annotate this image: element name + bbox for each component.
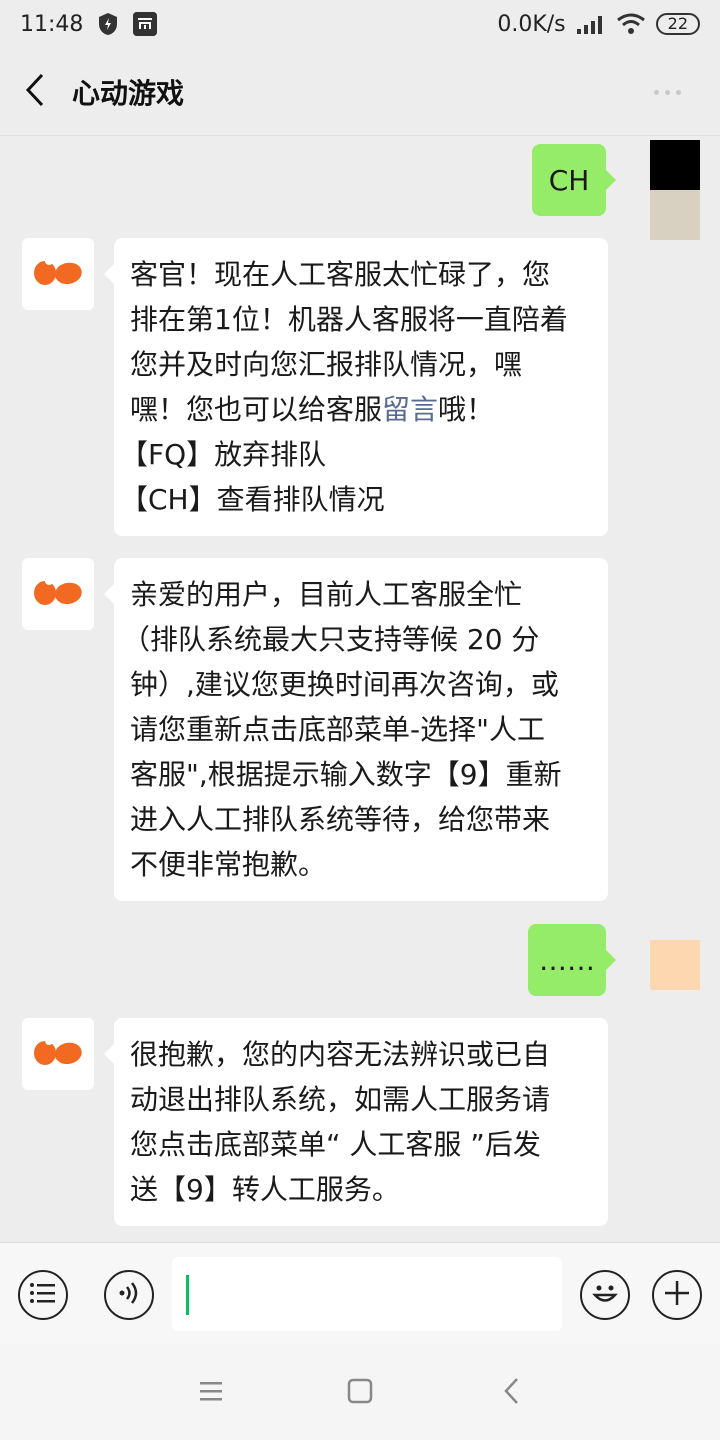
user-avatar[interactable] [650, 940, 700, 990]
message-line: 嘿！您也可以给客服留言哦！ [130, 387, 592, 432]
message-line: 您点击底部菜单“ 人工客服 ”后发 [130, 1128, 541, 1161]
shield-bolt-icon [97, 12, 119, 36]
user-message-text: …… [539, 943, 595, 977]
voice-button[interactable] [104, 1270, 154, 1320]
brand-logo-icon [31, 575, 85, 613]
more-dots-icon[interactable] [654, 84, 694, 100]
menu-button[interactable] [18, 1270, 68, 1320]
message-line: 钟）,建议您更换时间再次咨询，或 [130, 668, 559, 701]
home-button[interactable] [345, 1378, 375, 1408]
giveup-queue-option: 【FQ】放弃排队 [120, 438, 327, 471]
message-line: 请您重新点击底部菜单-选择"人工 [130, 713, 545, 746]
brand-logo-icon [31, 1035, 85, 1073]
message-text: 哦！ [438, 393, 495, 426]
status-time: 11:48 [20, 11, 84, 37]
message-line: 进入人工排队系统等待，给您带来 [130, 803, 551, 836]
recent-apps-icon [198, 1380, 224, 1406]
bot-avatar[interactable] [22, 1018, 94, 1090]
message-line: 您并及时向您汇报排队情况，嘿 [130, 348, 523, 381]
home-icon [347, 1378, 373, 1408]
plus-icon [663, 1279, 691, 1311]
chevron-left-icon [24, 73, 46, 111]
bot-message-bubble[interactable]: 客官！现在人工客服太忙碌了，您 排在第1位！机器人客服将一直陪着 您并及时向您汇… [104, 238, 608, 536]
plus-button[interactable] [652, 1270, 702, 1320]
mi-icon [133, 12, 158, 36]
wifi-icon [616, 13, 646, 35]
chat-header: 心动游戏 [0, 48, 720, 136]
message-line: 动退出排队系统，如需人工服务请 [130, 1083, 551, 1116]
network-speed: 0.0K/s [497, 11, 566, 37]
message-line: （排队系统最大只支持等候 20 分 [122, 623, 540, 656]
user-message-text: CH [548, 163, 590, 197]
menu-list-icon [29, 1282, 57, 1308]
input-bar [0, 1242, 720, 1344]
emoji-icon [588, 1276, 622, 1314]
leave-message-link[interactable]: 留言 [382, 393, 438, 426]
system-back-icon [503, 1377, 519, 1409]
bot-message-bubble[interactable]: 很抱歉，您的内容无法辨识或已自 动退出排队系统，如需人工服务请 您点击底部菜单“… [104, 1018, 608, 1226]
chat-title: 心动游戏 [72, 76, 185, 110]
status-bar: 11:48 0.0K/s 22 [0, 0, 720, 48]
message-line: 很抱歉，您的内容无法辨识或已自 [130, 1038, 551, 1071]
voice-icon [117, 1280, 141, 1310]
system-nav-bar [0, 1344, 720, 1440]
message-line: 客服",根据提示输入数字【9】重新 [130, 758, 562, 791]
chat-messages[interactable]: CH 客官！现在人工客服太忙碌了，您 排在第1位！机器人客服将一直陪着 您并及时… [0, 136, 720, 1242]
message-line: 不便非常抱歉。 [130, 848, 327, 881]
message-input[interactable] [172, 1257, 562, 1331]
message-text: 嘿！您也可以给客服 [130, 393, 383, 426]
bot-avatar[interactable] [22, 558, 94, 630]
check-queue-option: 【CH】查看排队情况 [120, 483, 385, 516]
message-line: 排在第1位！机器人客服将一直陪着 [130, 303, 568, 336]
message-line: 亲爱的用户，目前人工客服全忙 [130, 578, 523, 611]
user-message-bubble[interactable]: …… [528, 924, 616, 996]
user-avatar[interactable] [650, 140, 700, 240]
battery-icon: 22 [655, 13, 700, 35]
bot-message-bubble[interactable]: 亲爱的用户，目前人工客服全忙 （排队系统最大只支持等候 20 分 钟）,建议您更… [104, 558, 608, 901]
brand-logo-icon [31, 255, 85, 293]
recent-apps-button[interactable] [196, 1378, 226, 1408]
text-cursor [186, 1275, 189, 1315]
bot-avatar[interactable] [22, 238, 94, 310]
back-button[interactable] [0, 48, 70, 136]
user-message-bubble[interactable]: CH [532, 144, 616, 216]
emoji-button[interactable] [580, 1270, 630, 1320]
system-back-button[interactable] [496, 1378, 526, 1408]
message-line: 客官！现在人工客服太忙碌了，您 [130, 258, 551, 291]
message-line: 送【9】转人工服务。 [130, 1173, 400, 1206]
signal-icon [576, 13, 606, 35]
